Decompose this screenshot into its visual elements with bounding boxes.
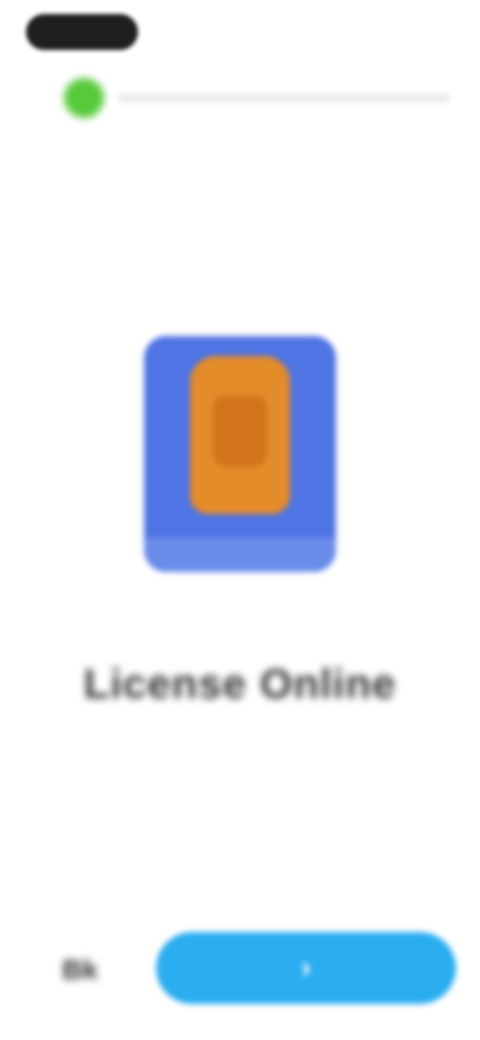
license-title: License Online — [83, 660, 397, 707]
badge-shape — [190, 356, 290, 514]
progress-track — [118, 93, 450, 103]
icon-bottom-strip — [144, 538, 336, 572]
badge-inner — [214, 396, 266, 466]
status-pill — [26, 14, 138, 50]
next-button[interactable]: › — [156, 932, 456, 1004]
license-badge-icon — [144, 336, 336, 572]
back-button[interactable]: Bk — [30, 940, 130, 1000]
bottom-navigation: Bk › — [0, 920, 480, 1020]
progress-indicator — [40, 76, 450, 120]
next-arrow-icon: › — [301, 951, 311, 984]
progress-step-dot — [64, 78, 104, 118]
